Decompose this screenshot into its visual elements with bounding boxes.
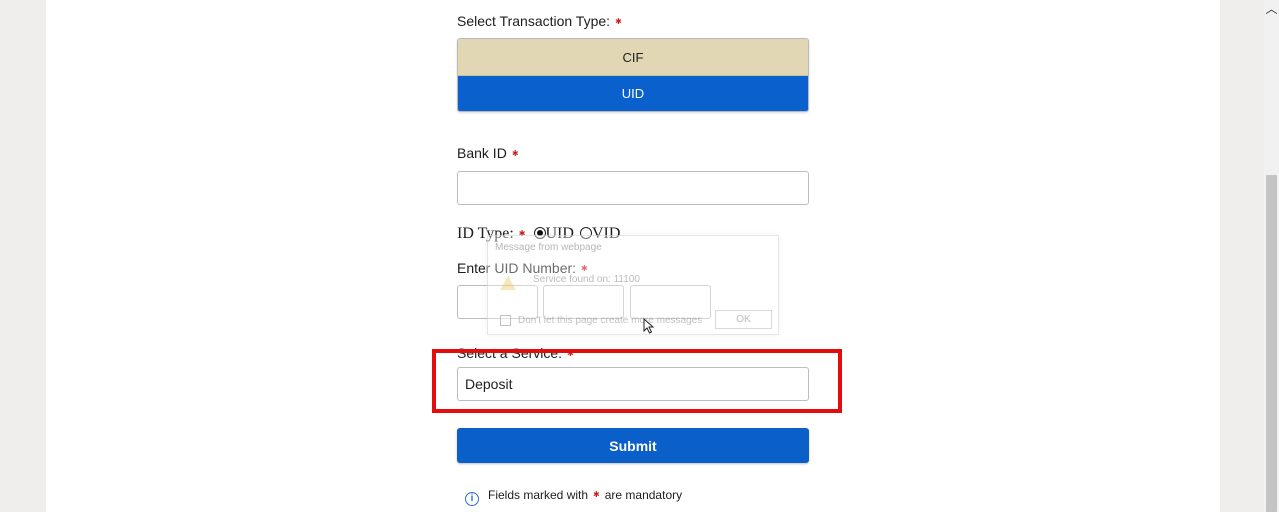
mandatory-note: i Fields marked with ✱ are mandatory [465,488,682,506]
transaction-option-cif[interactable]: CIF [458,39,808,76]
annotation-highlight-box [432,349,842,413]
transaction-type-selector: CIF UID [457,38,809,112]
dialog-ok-button[interactable]: OK [715,310,772,329]
transaction-option-uid[interactable]: UID [458,76,808,111]
info-circle-icon: i [465,492,479,506]
transaction-type-label: Select Transaction Type: ✱ [457,13,622,29]
message-dialog-ghost: Message from webpage Service found on: 1… [487,235,779,335]
vertical-scrollbar[interactable]: ︿ [1264,0,1279,512]
submit-button[interactable]: Submit [457,428,809,463]
required-asterisk-icon: ✱ [615,17,622,26]
dialog-checkbox[interactable] [500,315,511,326]
dialog-message: Service found on: 11100 [533,274,640,285]
dialog-title: Message from webpage [495,242,602,253]
required-asterisk-icon: ✱ [593,490,600,499]
bank-id-label: Bank ID ✱ [457,145,519,161]
required-asterisk-icon: ✱ [511,149,519,158]
warning-icon [500,276,516,290]
dialog-checkbox-label: Don't let this page create more messages [518,315,703,326]
scroll-thumb[interactable] [1266,175,1277,512]
scroll-up-arrow-icon[interactable]: ︿ [1264,2,1279,16]
bank-id-input[interactable] [457,171,809,205]
mouse-cursor-icon [643,318,655,334]
